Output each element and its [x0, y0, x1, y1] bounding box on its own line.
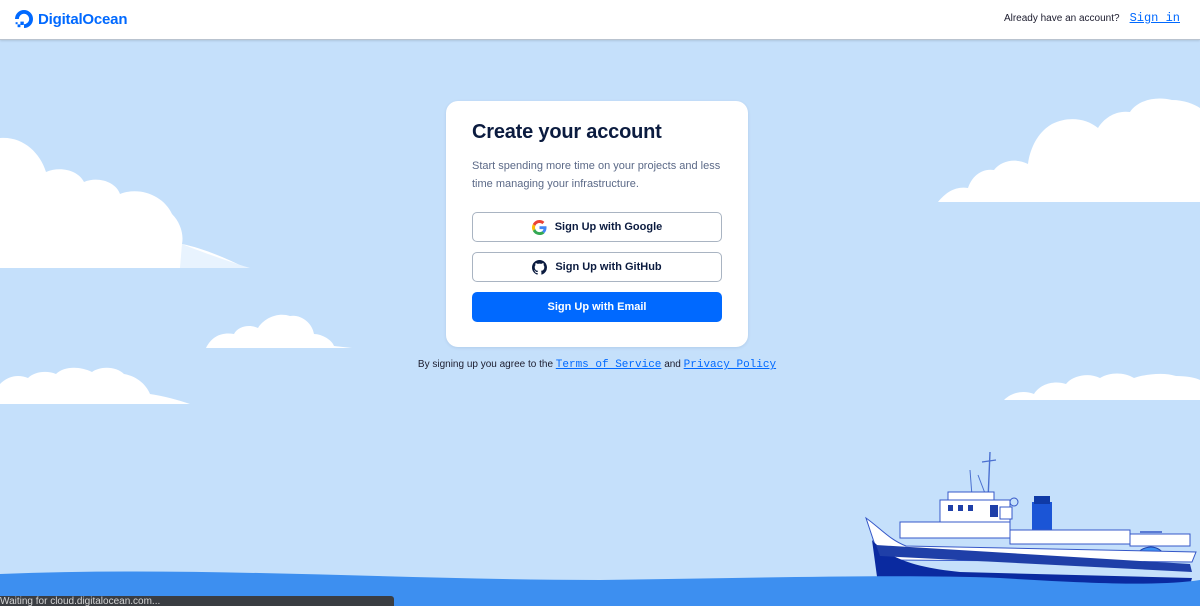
- privacy-policy-link[interactable]: Privacy Policy: [684, 359, 776, 371]
- terms-of-service-link[interactable]: Terms of Service: [556, 359, 662, 371]
- account-prompt-text: Already have an account?: [1003, 12, 1120, 24]
- sign-up-google-button[interactable]: Sign Up with Google: [472, 212, 722, 242]
- cloud-right-large: [938, 98, 1200, 202]
- terms-notice: By signing up you agree to the Terms of …: [0, 359, 1194, 371]
- email-button-label: Sign Up with Email: [547, 301, 647, 313]
- digitalocean-logo[interactable]: DigitalOcean: [14, 9, 127, 29]
- github-icon: [532, 259, 548, 275]
- page-title: Create your account: [472, 121, 662, 143]
- github-button-label: Sign Up with GitHub: [555, 261, 662, 273]
- top-navigation-bar: DigitalOcean Already have an account? Si…: [0, 0, 1200, 40]
- status-text: Waiting for cloud.digitalocean.com...: [0, 596, 161, 606]
- ship-illustration: [865, 451, 1197, 592]
- sign-in-link[interactable]: Sign in: [1130, 11, 1180, 25]
- digitalocean-logo-icon: [15, 10, 33, 28]
- cloud-left-large: [0, 137, 250, 268]
- cloud-right-small: [1004, 373, 1200, 400]
- brand-name: DigitalOcean: [38, 10, 128, 28]
- signup-card: Create your account Start spending more …: [446, 101, 748, 347]
- page-subtitle: Start spending more time on your project…: [472, 160, 721, 190]
- account-prompt-group: Already have an account? Sign in: [1004, 11, 1180, 25]
- terms-prefix: By signing up you agree to the: [417, 359, 553, 370]
- google-button-label: Sign Up with Google: [554, 221, 663, 233]
- browser-status-bar: Waiting for cloud.digitalocean.com...: [0, 596, 394, 606]
- cloud-left-small: [206, 314, 352, 348]
- google-icon: [531, 219, 547, 235]
- cloud-left-bottom: [0, 367, 190, 404]
- sign-up-email-button[interactable]: Sign Up with Email: [472, 292, 722, 322]
- sign-up-github-button[interactable]: Sign Up with GitHub: [472, 252, 722, 282]
- terms-conjunction: and: [664, 359, 681, 370]
